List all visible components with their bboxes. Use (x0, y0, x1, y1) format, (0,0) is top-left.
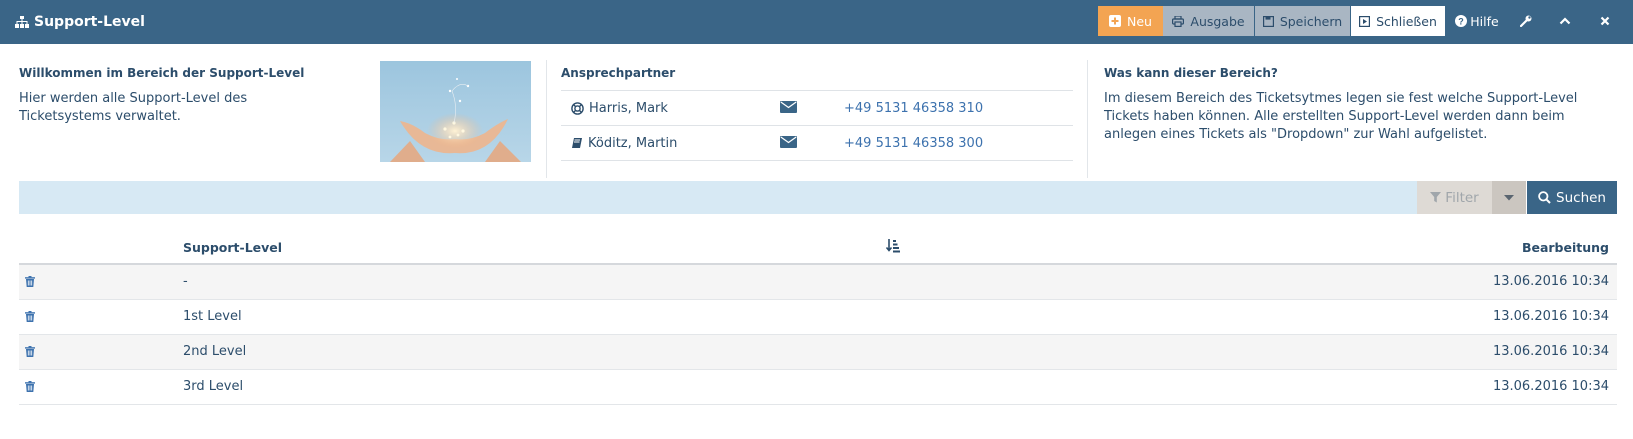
print-button-label: Ausgabe (1190, 13, 1245, 29)
table-header: Support-Level Bearbeitung (19, 230, 1617, 265)
level-cell: 2nd Level (183, 344, 247, 359)
close-icon (1600, 16, 1610, 26)
sitemap-icon (15, 16, 29, 28)
level-cell: 1st Level (183, 309, 242, 324)
table-row[interactable]: - 13.06.2016 10:34 (19, 265, 1617, 300)
table-body: - 13.06.2016 10:34 1st Level 13.06.2016 … (19, 265, 1617, 405)
settings-button[interactable] (1511, 6, 1541, 36)
trash-icon[interactable] (25, 311, 35, 326)
welcome-title: Willkommen im Bereich der Support-Level (19, 66, 305, 80)
top-bar: Support-Level Neu Ausgabe Speichern Schl… (0, 0, 1633, 44)
save-button[interactable]: Speichern (1255, 6, 1350, 36)
table-row[interactable]: 1st Level 13.06.2016 10:34 (19, 300, 1617, 335)
edited-cell: 13.06.2016 10:34 (1492, 379, 1609, 394)
collapse-button[interactable] (1550, 6, 1580, 36)
search-icon (1538, 191, 1551, 204)
edited-cell: 13.06.2016 10:34 (1492, 344, 1609, 359)
contact-row: Köditz, Martin +49 5131 46358 300 (561, 125, 1073, 160)
table-row[interactable]: 3rd Level 13.06.2016 10:34 (19, 370, 1617, 405)
filter-icon (1430, 192, 1442, 203)
page-title: Support-Level (15, 0, 145, 44)
wrench-icon (1520, 15, 1532, 27)
sort-icon[interactable] (885, 239, 900, 256)
contact-name[interactable]: Köditz, Martin (571, 136, 677, 151)
contact-phone[interactable]: +49 5131 46358 300 (844, 136, 983, 151)
column-header-edited[interactable]: Bearbeitung (1522, 240, 1609, 255)
dismiss-button[interactable] (1590, 6, 1620, 36)
new-button[interactable]: Neu (1098, 6, 1163, 36)
contact-row: Harris, Mark +49 5131 46358 310 (561, 90, 1073, 125)
plus-square-icon (1109, 15, 1122, 27)
column-header-level[interactable]: Support-Level (183, 240, 282, 255)
filter-bar (19, 181, 1417, 214)
hero-image (380, 61, 531, 162)
contact-name-label: Harris, Mark (589, 100, 668, 116)
new-button-label: Neu (1127, 13, 1152, 29)
contact-phone[interactable]: +49 5131 46358 310 (844, 101, 983, 116)
help-button[interactable]: ? Hilfe (1452, 6, 1502, 36)
caret-down-icon (1504, 194, 1514, 200)
edited-cell: 13.06.2016 10:34 (1492, 309, 1609, 324)
trash-icon[interactable] (25, 346, 35, 361)
life-ring-icon (571, 101, 584, 115)
envelope-icon[interactable] (780, 136, 797, 152)
divider (546, 60, 547, 178)
close-button-label: Schließen (1376, 13, 1437, 29)
save-icon (1262, 15, 1274, 27)
envelope-icon[interactable] (780, 101, 797, 117)
divider (1087, 60, 1088, 178)
edited-cell: 13.06.2016 10:34 (1492, 274, 1609, 289)
contact-name-label: Köditz, Martin (588, 135, 678, 151)
level-cell: - (183, 274, 188, 289)
contacts-title: Ansprechpartner (561, 66, 676, 80)
level-cell: 3rd Level (183, 379, 244, 394)
filter-button[interactable]: Filter (1417, 181, 1492, 214)
trash-icon[interactable] (25, 381, 35, 396)
welcome-text: Hier werden alle Support-Level des Ticke… (19, 91, 248, 124)
print-icon (1172, 15, 1185, 27)
contact-name[interactable]: Harris, Mark (571, 101, 668, 116)
about-text: Im diesem Bereich des Ticketsytmes legen… (1104, 91, 1578, 142)
search-button[interactable]: Suchen (1527, 181, 1617, 214)
trash-icon[interactable] (25, 276, 35, 291)
contacts-list: Harris, Mark +49 5131 46358 310 Köditz, … (561, 90, 1073, 161)
question-circle-icon: ? (1455, 15, 1468, 27)
divider (561, 160, 1073, 161)
help-button-label: Hilfe (1470, 13, 1499, 29)
svg-text:?: ? (1459, 17, 1465, 27)
chevron-up-icon (1559, 17, 1571, 25)
print-button[interactable]: Ausgabe (1163, 6, 1254, 36)
table-row[interactable]: 2nd Level 13.06.2016 10:34 (19, 335, 1617, 370)
close-button[interactable]: Schließen (1351, 6, 1445, 36)
page-title-text: Support-Level (34, 14, 145, 30)
filter-button-label: Filter (1445, 189, 1479, 206)
book-icon (572, 138, 582, 148)
close-square-icon (1359, 15, 1371, 27)
filter-dropdown-toggle[interactable] (1492, 181, 1526, 214)
search-button-label: Suchen (1556, 189, 1606, 206)
about-title: Was kann dieser Bereich? (1104, 66, 1278, 80)
save-button-label: Speichern (1279, 13, 1343, 29)
